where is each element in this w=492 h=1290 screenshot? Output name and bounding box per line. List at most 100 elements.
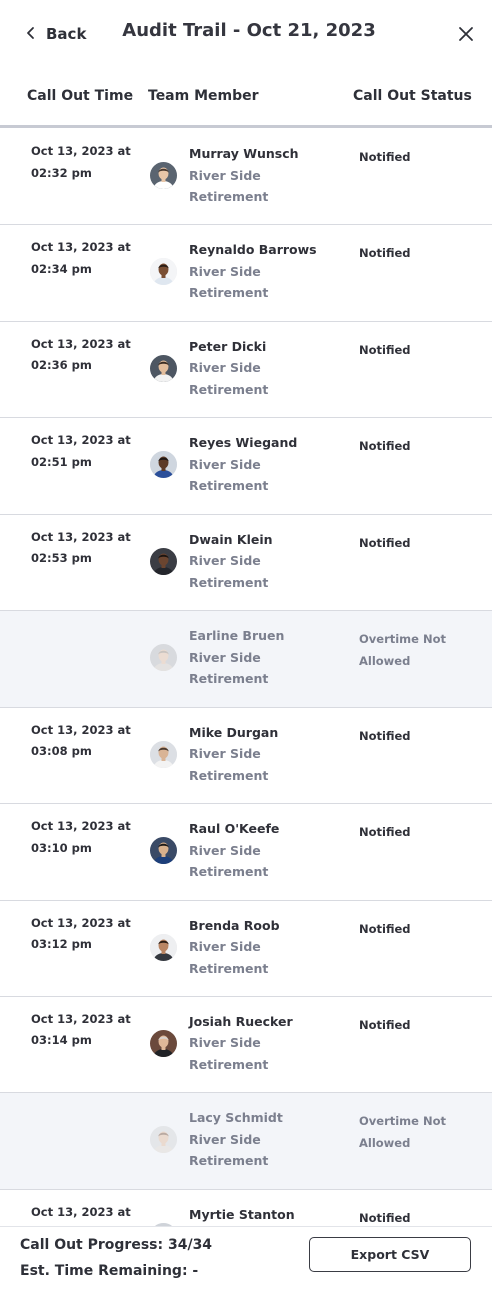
member-name: Raul O'Keefe — [189, 821, 280, 837]
call-out-date: Oct 13, 2023 at — [31, 144, 131, 158]
call-out-status: Notified — [359, 918, 469, 940]
status-text: Notified — [359, 825, 411, 840]
team-member: Reynaldo Barrows River Side Retirement — [189, 239, 349, 304]
team-member: Mike Durgan River Side Retirement — [189, 722, 349, 787]
member-location: River Side — [189, 939, 261, 954]
member-name: Peter Dicki — [189, 338, 267, 354]
table-row[interactable]: Earline Bruen River Side Retirement Overtim… — [0, 611, 492, 708]
call-out-date: Oct 13, 2023 at — [31, 336, 131, 351]
call-out-time: Oct 13, 2023 at03:16 pm — [31, 1202, 141, 1226]
export-csv-button[interactable]: Export CSV — [309, 1237, 471, 1272]
call-out-status: Overtime Not Allowed — [359, 628, 469, 672]
status-text: Overtime Not — [359, 1114, 446, 1129]
table-header: Call Out Time Team Member Call Out Statu… — [0, 66, 492, 128]
status-text: Notified — [359, 439, 411, 454]
member-name: Mike Durgan — [189, 724, 279, 740]
table-row[interactable]: Oct 13, 2023 at 02:34 pm Reynaldo Barrows R… — [0, 225, 492, 322]
table-row[interactable]: Oct 13, 2023 at 02:36 pm Peter Dicki River … — [0, 321, 492, 419]
table-row[interactable]: Oct 13, 2023 at 03:12 pm Brenda Roob River … — [0, 900, 492, 997]
call-out-date: Oct 13, 2023 at — [31, 1204, 131, 1219]
member-name: Brenda Roob — [189, 917, 280, 933]
avatar — [150, 258, 177, 286]
column-header-member[interactable]: Team Member — [148, 88, 259, 104]
member-location: River Side — [189, 360, 261, 376]
member-name: Reyes Wiegand — [189, 435, 298, 451]
call-out-date: Oct 13, 2023 at — [31, 819, 131, 834]
call-out-time: Oct 13, 2023 at 02:53 pm — [31, 527, 141, 570]
member-location: River Side — [189, 456, 261, 472]
member-location-detail: Retirement — [189, 671, 269, 687]
call-out-clock: 03:10 pm — [31, 840, 92, 855]
status-text: Notified — [359, 246, 411, 261]
call-out-date: Oct 13, 2023 at — [31, 240, 131, 255]
member-location: River Side — [189, 263, 261, 279]
avatar — [150, 1029, 177, 1057]
status-text-detail: Allowed — [359, 654, 411, 669]
status-text: Notified — [359, 728, 411, 743]
call-out-date: Oct 13, 2023 at — [31, 722, 131, 737]
team-member: Dwain Klein River Side Retirement — [189, 529, 349, 594]
close-icon — [456, 27, 476, 48]
call-out-status: Notified — [359, 146, 469, 168]
call-out-status: Notified — [359, 1014, 469, 1036]
call-out-time: Oct 13, 2023 at 03:14 pm — [31, 1009, 141, 1052]
call-out-clock: 02:32 pm — [31, 165, 92, 180]
call-out-clock: 02:51 pm — [31, 454, 92, 469]
table-row[interactable]: Oct 13, 2023 at 02:51 pm Reyes Wiegand Rive… — [0, 418, 492, 515]
call-out-clock: 02:34 pm — [31, 261, 92, 276]
member-location: River Side — [189, 1035, 261, 1051]
status-text: Overtime Not — [359, 632, 446, 647]
table-row[interactable]: Oct 13, 2023 at 03:14 pm Josiah Ruecker Riv… — [0, 996, 492, 1094]
call-out-time: Oct 13, 2023 at 02:34 pm — [31, 237, 141, 280]
member-location: River Side — [189, 649, 261, 665]
call-out-status: Notified — [359, 1207, 469, 1226]
member-location-detail: Retirement — [189, 574, 269, 590]
table-row[interactable]: Oct 13, 2023 at 02:53 pm Dwain Klein River … — [0, 514, 492, 612]
status-text: Notified — [359, 1017, 411, 1032]
avatar — [150, 837, 177, 865]
member-name: Reynaldo Barrows — [189, 242, 317, 258]
member-name: Myrtie Stanton — [189, 1206, 295, 1222]
avatar — [150, 644, 177, 672]
call-out-progress: Call Out Progress: 34/34 — [20, 1237, 213, 1253]
member-location-detail: Retirement — [189, 189, 269, 204]
team-member: Reyes Wiegand River Side Retirement — [189, 432, 349, 497]
member-name: Lacy Schmidt — [189, 1110, 283, 1126]
team-member: Murray Wunsch River Side Retirement — [189, 143, 349, 208]
audit-list[interactable]: Oct 13, 2023 at 02:32 pm Murray Wunsch Rive… — [0, 129, 492, 1226]
call-out-status: Notified — [359, 532, 469, 554]
avatar — [150, 162, 177, 189]
call-out-date: Oct 13, 2023 at — [31, 1011, 131, 1026]
column-header-status[interactable]: Call Out Status — [353, 88, 472, 104]
table-row[interactable]: Lacy Schmidt River Side Retirement Overtime… — [0, 1093, 492, 1190]
table-row[interactable]: Oct 13, 2023 at 02:32 pm Murray Wunsch Rive… — [0, 129, 492, 226]
table-row[interactable]: Oct 13, 2023 at 03:08 pm Mike Durgan River … — [0, 707, 492, 805]
call-out-date: Oct 13, 2023 at — [31, 915, 131, 930]
member-location: River Side — [189, 167, 261, 183]
call-out-status: Notified — [359, 242, 469, 264]
call-out-status: Overtime Not Allowed — [359, 1110, 469, 1154]
team-member: Josiah Ruecker River Side Retirement — [189, 1011, 349, 1076]
table-row[interactable]: Oct 13, 2023 at03:16 pm Myrtie StantonRiv… — [0, 1189, 492, 1226]
member-name: Dwain Klein — [189, 531, 273, 547]
member-location-detail: Retirement — [189, 960, 269, 976]
call-out-date: Oct 13, 2023 at — [31, 529, 131, 544]
call-out-clock: 02:53 pm — [31, 551, 92, 566]
team-member: Brenda Roob River Side Retirement — [189, 915, 349, 980]
call-out-clock: 02:36 pm — [31, 358, 92, 373]
member-location: River Side — [189, 746, 261, 762]
status-text: Notified — [359, 535, 411, 550]
close-button[interactable] — [456, 24, 476, 44]
avatar — [150, 354, 177, 382]
member-location-detail: Retirement — [189, 1153, 269, 1169]
call-out-date: Oct 13, 2023 at — [31, 433, 131, 448]
call-out-status: Notified — [359, 435, 469, 457]
member-location-detail: Retirement — [189, 864, 269, 880]
call-out-time: Oct 13, 2023 at 02:32 pm — [31, 141, 141, 184]
status-text: Notified — [359, 921, 411, 936]
status-text: Notified — [359, 150, 411, 164]
table-row[interactable]: Oct 13, 2023 at 03:10 pm Raul O'Keefe River… — [0, 804, 492, 901]
call-out-status: Notified — [359, 821, 469, 843]
call-out-time: Oct 13, 2023 at 02:36 pm — [31, 334, 141, 377]
column-header-time[interactable]: Call Out Time — [27, 88, 133, 104]
